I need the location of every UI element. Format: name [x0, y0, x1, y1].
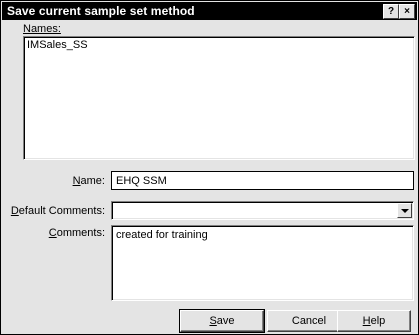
name-field-value: EHQ SSM [116, 175, 167, 187]
comments-value: created for training [116, 229, 208, 241]
title-bar: Save current sample set method ? × [2, 2, 417, 20]
save-method-dialog: Save current sample set method ? × Names… [0, 0, 419, 335]
help-icon[interactable]: ? [383, 4, 399, 19]
default-comments-label: Default Comments: [10, 205, 105, 217]
dialog-title: Save current sample set method [7, 4, 195, 18]
names-label: Names: [23, 23, 61, 35]
name-label: Name: [72, 175, 105, 187]
help-button[interactable]: Help [337, 310, 411, 332]
name-field[interactable]: EHQ SSM [111, 171, 414, 190]
save-button[interactable]: Save [179, 309, 265, 333]
names-list[interactable]: IMSales_SS [23, 36, 415, 160]
chevron-down-icon [401, 209, 409, 213]
comments-label: Comments: [48, 227, 105, 239]
default-comments-select[interactable] [111, 201, 414, 220]
comments-textarea[interactable]: created for training [111, 225, 414, 301]
list-item[interactable]: IMSales_SS [27, 39, 88, 51]
dropdown-button[interactable] [397, 203, 412, 218]
close-icon[interactable]: × [399, 4, 415, 19]
